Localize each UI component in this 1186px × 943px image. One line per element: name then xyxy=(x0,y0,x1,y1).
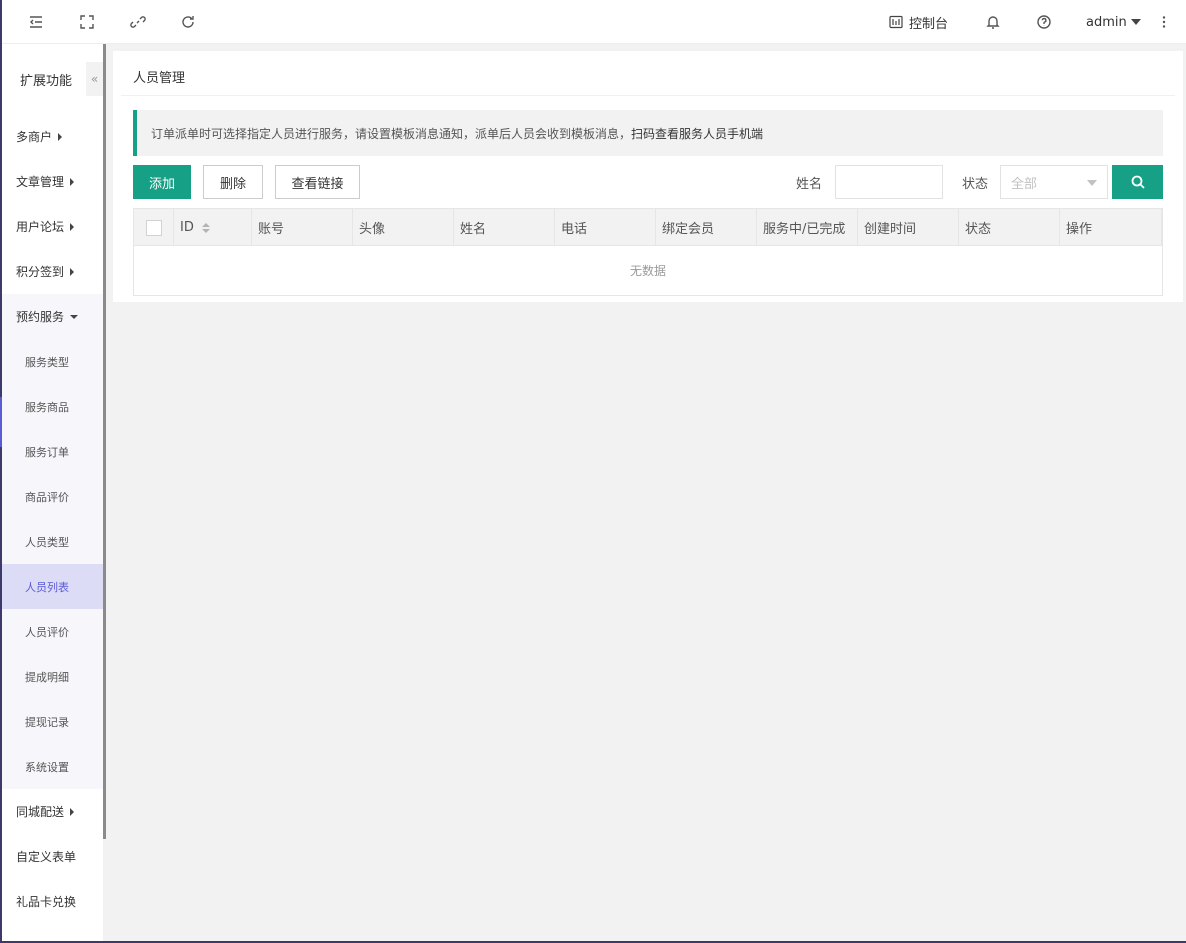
sidebar-subitem-goods-reviews[interactable]: 商品评价 xyxy=(2,474,103,519)
sidebar-item-label: 文章管理 xyxy=(16,175,65,189)
sidebar-subitem-staff-list[interactable]: 人员列表 xyxy=(2,564,103,609)
sidebar-item-multi-merchant[interactable]: 多商户 xyxy=(2,114,103,159)
col-label: ID xyxy=(180,220,194,235)
caret-right-icon xyxy=(70,807,75,816)
col-created-time: 创建时间 xyxy=(858,209,959,246)
sidebar-scrollbar[interactable] xyxy=(103,44,106,839)
notice-qr-link[interactable]: 扫码查看服务人员手机端 xyxy=(631,125,763,142)
page-title: 人员管理 xyxy=(133,71,186,86)
sidebar-subitem-service-goods[interactable]: 服务商品 xyxy=(2,384,103,429)
search-icon xyxy=(1131,175,1145,189)
add-button[interactable]: 添加 xyxy=(133,165,191,199)
notice-text: 订单派单时可选择指定人员进行服务，请设置模板消息通知，派单后人员会收到模板消息， xyxy=(151,126,632,141)
user-name: admin xyxy=(1086,14,1127,30)
status-filter-label: 状态 xyxy=(962,177,989,192)
col-in-service-done: 服务中/已完成 xyxy=(757,209,858,246)
chevron-down-icon xyxy=(1087,180,1097,186)
console-link[interactable]: 控制台 xyxy=(889,12,948,32)
help-icon[interactable] xyxy=(1034,12,1054,32)
sidebar-subitem-service-orders[interactable]: 服务订单 xyxy=(2,429,103,474)
sidebar-title: 扩展功能 xyxy=(20,74,73,89)
name-filter-input[interactable] xyxy=(835,165,943,199)
col-name: 姓名 xyxy=(454,209,555,246)
sidebar-item-label: 积分签到 xyxy=(16,265,65,279)
col-actions: 操作 xyxy=(1060,209,1162,246)
content-card: 人员管理 订单派单时可选择指定人员进行服务，请设置模板消息通知，派单后人员会收到… xyxy=(113,51,1183,302)
sidebar-item-label: 礼品卡兑换 xyxy=(16,895,77,909)
sidebar-item-points-checkin[interactable]: 积分签到 xyxy=(2,249,103,294)
sidebar-active-marker xyxy=(0,397,2,447)
sidebar-item-articles[interactable]: 文章管理 xyxy=(2,159,103,204)
notice-banner: 订单派单时可选择指定人员进行服务，请设置模板消息通知，派单后人员会收到模板消息，… xyxy=(133,110,1163,156)
sidebar-header: 扩展功能 « xyxy=(2,44,103,112)
caret-right-icon xyxy=(70,267,75,276)
col-account: 账号 xyxy=(252,209,353,246)
collapse-sidebar-button[interactable]: « xyxy=(86,62,103,96)
select-all-cell xyxy=(134,209,174,246)
sidebar-item-label: 预约服务 xyxy=(16,310,65,324)
sidebar-group-booking: 预约服务 服务类型 服务商品 服务订单 商品评价 人员类型 人员列表 人员评价 … xyxy=(2,294,103,789)
bell-icon[interactable] xyxy=(983,12,1003,32)
select-all-checkbox[interactable] xyxy=(145,219,162,236)
sidebar-item-label: 同城配送 xyxy=(16,805,65,819)
sidebar-item-label: 用户论坛 xyxy=(16,220,65,234)
sidebar: 扩展功能 « 多商户 文章管理 用户论坛 积分签到 预约服务 服务类型 服务商品… xyxy=(2,44,103,941)
more-vertical-icon[interactable] xyxy=(1154,12,1174,32)
sidebar-subitem-commission-details[interactable]: 提成明细 xyxy=(2,654,103,699)
sidebar-subitem-withdraw-records[interactable]: 提现记录 xyxy=(2,699,103,744)
sidebar-nav: 多商户 文章管理 用户论坛 积分签到 预约服务 服务类型 服务商品 服务订单 商… xyxy=(2,114,103,924)
delete-button[interactable]: 删除 xyxy=(203,165,263,199)
view-link-button[interactable]: 查看链接 xyxy=(275,165,360,199)
table-header: ID 账号 头像 姓名 电话 绑定会员 服务中/已完成 创建时间 状态 操作 xyxy=(134,209,1162,246)
col-status: 状态 xyxy=(959,209,1060,246)
menu-fold-icon[interactable] xyxy=(26,12,46,32)
chevron-down-icon xyxy=(1130,19,1141,25)
col-avatar: 头像 xyxy=(353,209,454,246)
console-icon xyxy=(889,15,903,29)
sidebar-item-custom-form[interactable]: 自定义表单 xyxy=(2,834,103,879)
col-phone: 电话 xyxy=(555,209,656,246)
sidebar-item-local-delivery[interactable]: 同城配送 xyxy=(2,789,103,834)
title-divider xyxy=(121,95,1175,96)
sidebar-item-booking[interactable]: 预约服务 xyxy=(2,294,103,339)
sidebar-item-label: 多商户 xyxy=(16,130,53,144)
col-id[interactable]: ID xyxy=(174,209,252,246)
refresh-icon[interactable] xyxy=(178,12,198,32)
sidebar-subitem-system-settings[interactable]: 系统设置 xyxy=(2,744,103,789)
sidebar-subitem-service-type[interactable]: 服务类型 xyxy=(2,339,103,384)
sidebar-subitem-staff-reviews[interactable]: 人员评价 xyxy=(2,609,103,654)
console-label: 控制台 xyxy=(909,16,949,32)
sort-icon[interactable] xyxy=(201,222,210,233)
top-bar: 控制台 admin xyxy=(0,0,1186,44)
user-menu[interactable]: admin xyxy=(1086,12,1141,32)
sidebar-item-forum[interactable]: 用户论坛 xyxy=(2,204,103,249)
caret-right-icon xyxy=(58,132,63,141)
caret-right-icon xyxy=(70,222,75,231)
fullscreen-icon[interactable] xyxy=(77,12,97,32)
search-button[interactable] xyxy=(1112,165,1163,199)
name-filter-label: 姓名 xyxy=(796,177,823,192)
staff-table: ID 账号 头像 姓名 电话 绑定会员 服务中/已完成 创建时间 状态 操作 无… xyxy=(133,208,1163,296)
caret-down-icon xyxy=(70,314,79,319)
col-bound-member: 绑定会员 xyxy=(656,209,757,246)
empty-state: 无数据 xyxy=(629,264,666,278)
sidebar-subitem-staff-types[interactable]: 人员类型 xyxy=(2,519,103,564)
status-filter-select[interactable]: 全部 xyxy=(1000,165,1108,199)
window-frame-left xyxy=(0,0,2,943)
sidebar-item-gift-card[interactable]: 礼品卡兑换 xyxy=(2,879,103,924)
caret-right-icon xyxy=(70,177,75,186)
link-icon[interactable] xyxy=(128,12,148,32)
sidebar-item-label: 自定义表单 xyxy=(16,850,77,864)
status-filter-value: 全部 xyxy=(1011,176,1038,192)
